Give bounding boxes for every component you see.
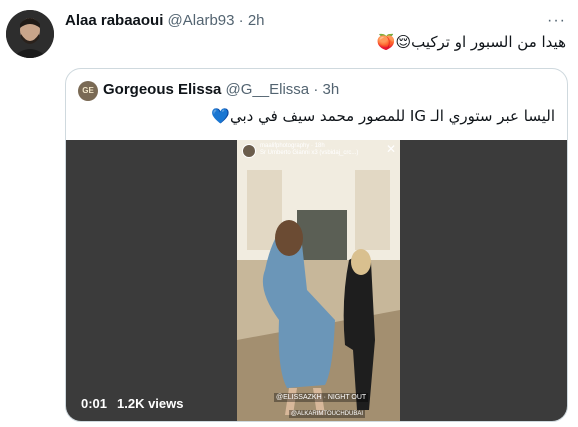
story-tag: @ELISSAZKH · NIGHT OUT [274,393,369,402]
quoted-time: 3h [322,81,340,98]
story-user-bar: maalifphotography · 18h Sr Umberto Giann… [240,142,400,160]
video-player[interactable]: maalifphotography · 18h Sr Umberto Giann… [66,140,567,421]
video-scene [237,140,400,421]
quoted-tweet[interactable]: GE Gorgeous Elissa @G__Elissa · 3h اليسا… [65,68,568,422]
close-icon: ✕ [385,142,396,156]
author-handle[interactable]: @Alarb93 [168,12,235,29]
tweet-header: Alaa rabaaoui @Alarb93 · 2h ··· [65,12,566,34]
author-avatar[interactable] [6,10,54,58]
story-user-text: maalifphotography · 18h Sr Umberto Giann… [260,143,358,157]
quoted-header: Gorgeous Elissa @G__Elissa · 3h [103,81,339,98]
quoted-separator: · [313,81,319,98]
tweet-text: هيدا من السبور او تركيب😌🍑 [376,33,566,51]
story-location-tag: @ALKARIMTOUCHDUBAI [289,410,365,418]
author-name[interactable]: Alaa rabaaoui [65,12,163,29]
video-frame[interactable]: maalifphotography · 18h Sr Umberto Giann… [237,140,400,421]
quoted-author-handle: @G__Elissa [225,81,310,98]
video-views: 1.2K views [117,396,184,411]
more-options-icon[interactable]: ··· [547,12,566,30]
quoted-text: اليسا عبر ستوري الـ IG للمصور محمد سيف ف… [211,107,555,125]
video-time: 0:01 [81,396,108,411]
story-user-line1: maalifphotography · 18h [260,143,325,149]
header-separator: · [238,12,244,29]
quoted-avatar[interactable]: GE [78,81,98,101]
story-user-line2: Sr Umberto Gianni x3 (vsbidaj_crc...) [260,150,359,156]
tweet-time[interactable]: 2h [248,12,265,29]
quoted-author-name: Gorgeous Elissa [103,81,222,98]
story-avatar [242,144,256,158]
